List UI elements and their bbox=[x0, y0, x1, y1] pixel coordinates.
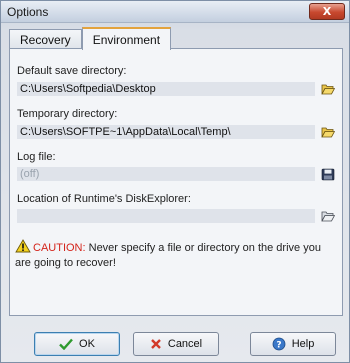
tab-recovery[interactable]: Recovery bbox=[9, 29, 82, 49]
tab-strip: Recovery Environment bbox=[9, 27, 172, 50]
folder-open-icon[interactable] bbox=[321, 83, 335, 96]
cancel-label: Cancel bbox=[167, 338, 203, 350]
caution-label: CAUTION: bbox=[33, 242, 86, 254]
ok-button[interactable]: OK bbox=[34, 332, 120, 356]
cancel-x-icon bbox=[151, 339, 161, 349]
check-icon bbox=[59, 338, 73, 350]
temp-dir-label: Temporary directory: bbox=[17, 108, 118, 120]
help-button[interactable]: ? Help bbox=[250, 332, 336, 356]
save-dir-label: Default save directory: bbox=[17, 65, 127, 77]
cancel-button[interactable]: Cancel bbox=[133, 332, 219, 356]
svg-text:?: ? bbox=[276, 341, 281, 351]
environment-panel: Default save directory: C:\Users\Softped… bbox=[9, 48, 343, 316]
save-dir-field[interactable]: C:\Users\Softpedia\Desktop bbox=[17, 82, 315, 96]
options-dialog: Options X Recovery Environment Default s… bbox=[0, 0, 350, 363]
window-title: Options bbox=[7, 5, 49, 19]
caution-message: CAUTION: Never specify a file or directo… bbox=[15, 239, 335, 271]
ok-label: OK bbox=[79, 338, 95, 350]
help-icon: ? bbox=[272, 337, 286, 351]
tab-environment[interactable]: Environment bbox=[81, 27, 172, 50]
save-disk-icon[interactable] bbox=[321, 168, 335, 181]
help-label: Help bbox=[291, 338, 315, 350]
runtime-location-label: Location of Runtime's DiskExplorer: bbox=[17, 193, 191, 205]
warning-triangle-icon bbox=[15, 239, 31, 253]
folder-open-icon[interactable] bbox=[321, 126, 335, 139]
runtime-location-field[interactable] bbox=[17, 209, 315, 223]
title-bar[interactable]: Options X bbox=[1, 1, 349, 23]
log-file-field[interactable]: (off) bbox=[17, 167, 315, 181]
folder-open-icon[interactable] bbox=[321, 210, 335, 223]
temp-dir-field[interactable]: C:\Users\SOFTPE~1\AppData\Local\Temp\ bbox=[17, 125, 315, 139]
close-icon: X bbox=[322, 5, 332, 18]
log-file-label: Log file: bbox=[17, 151, 56, 163]
close-button[interactable]: X bbox=[309, 3, 345, 20]
